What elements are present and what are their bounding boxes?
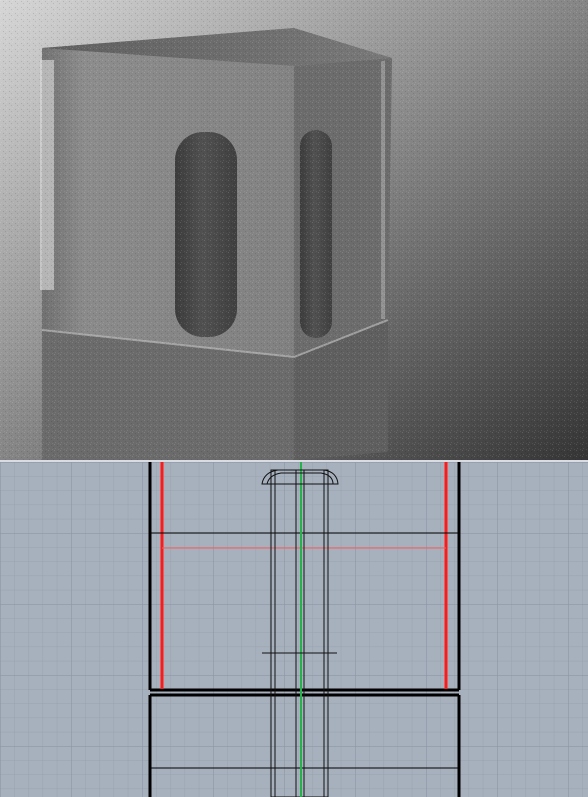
render-noise-overlay [0,0,588,460]
cad-viewport[interactable] [0,462,588,797]
cad-drawing [0,462,588,797]
render-preview-viewport[interactable] [0,0,588,460]
cad-grid [0,462,588,797]
app-window [0,0,588,797]
rendered-scene [0,0,588,460]
